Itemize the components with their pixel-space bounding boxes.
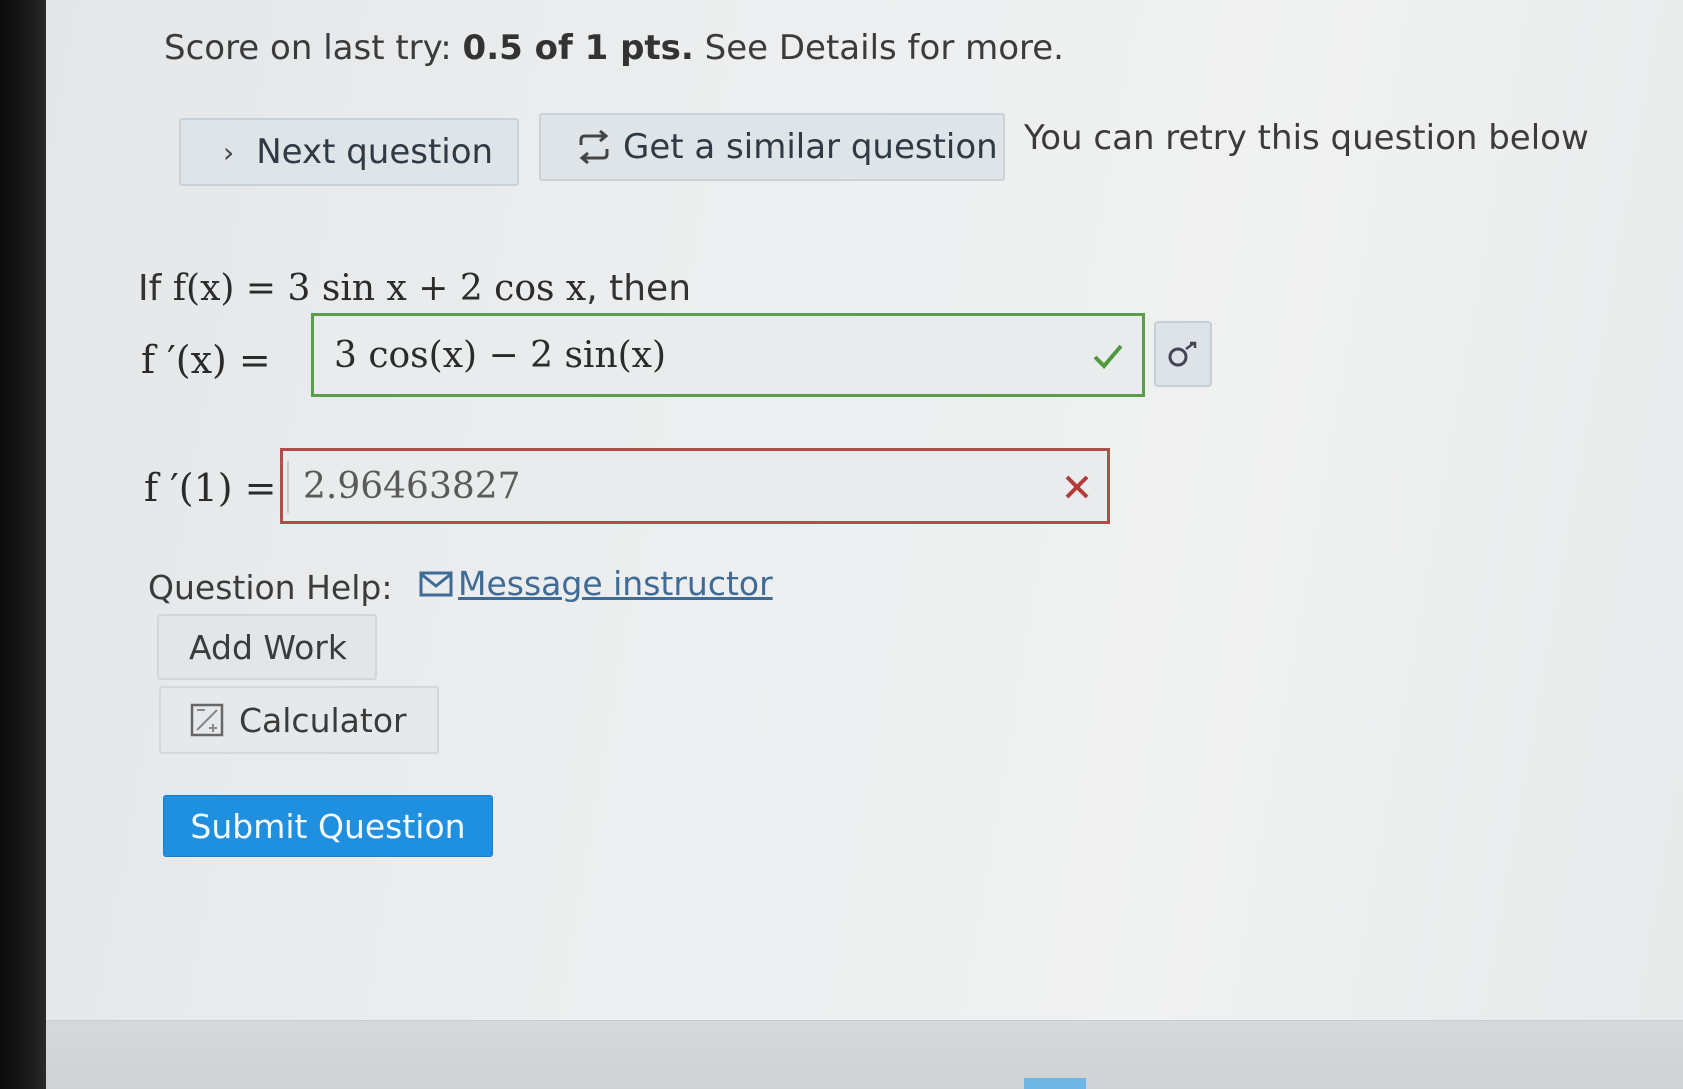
derivative-answer-field[interactable]: 3 cos(x) − 2 sin(x) — [311, 313, 1145, 397]
derivative-answer-value: 3 cos(x) − 2 sin(x) — [334, 334, 667, 376]
x-icon — [1065, 475, 1089, 499]
score-suffix: See Details for more. — [693, 28, 1064, 68]
check-icon — [1093, 344, 1123, 369]
retry-message: You can retry this question below — [1024, 118, 1589, 158]
value-answer-field[interactable]: 2.96463827 — [280, 448, 1110, 524]
question-help-label: Question Help: — [148, 568, 393, 607]
next-question-label: Next question — [256, 132, 494, 172]
submit-question-button[interactable]: Submit Question — [163, 795, 493, 857]
similar-question-label: Get a similar question — [623, 127, 998, 167]
similar-question-button[interactable]: Get a similar question — [539, 113, 1005, 181]
preview-button[interactable] — [1154, 321, 1212, 387]
calculator-label: Calculator — [239, 700, 407, 740]
calculator-button[interactable]: Calculator — [159, 686, 439, 754]
value-answer-value: 2.96463827 — [303, 465, 521, 507]
refresh-arrows-icon — [579, 129, 609, 165]
screen: Score on last try: 0.5 of 1 pts. See Det… — [0, 0, 1683, 1089]
next-question-button[interactable]: › Next question — [179, 118, 519, 186]
chevron-right-icon: › — [223, 135, 235, 169]
monitor-bezel — [0, 0, 46, 1089]
score-value: 0.5 of 1 pts. — [462, 28, 694, 68]
page-footer-strip — [46, 1020, 1683, 1089]
preview-icon — [1168, 341, 1197, 367]
score-prefix: Score on last try: — [164, 28, 463, 68]
add-work-label: Add Work — [189, 627, 347, 667]
taskbar-indicator — [1024, 1078, 1086, 1089]
field-divider — [287, 461, 289, 513]
function-expression: f(x) = 3 sin x + 2 cos x — [172, 268, 587, 309]
question-prompt: If f(x) = 3 sin x + 2 cos x, then — [138, 268, 691, 309]
message-instructor-label: Message instructor — [458, 564, 773, 603]
then-word: , then — [586, 268, 692, 309]
derivative-label: f ′(x) = — [141, 338, 271, 382]
score-summary: Score on last try: 0.5 of 1 pts. See Det… — [164, 28, 1064, 68]
if-word: If — [138, 268, 173, 309]
value-label: f ′(1) = — [144, 466, 277, 510]
add-work-button[interactable]: Add Work — [157, 614, 377, 680]
question-page: Score on last try: 0.5 of 1 pts. See Det… — [46, 0, 1683, 1089]
calculator-icon — [190, 703, 224, 737]
envelope-icon — [419, 571, 453, 596]
message-instructor-link[interactable]: Message instructor — [418, 564, 773, 603]
